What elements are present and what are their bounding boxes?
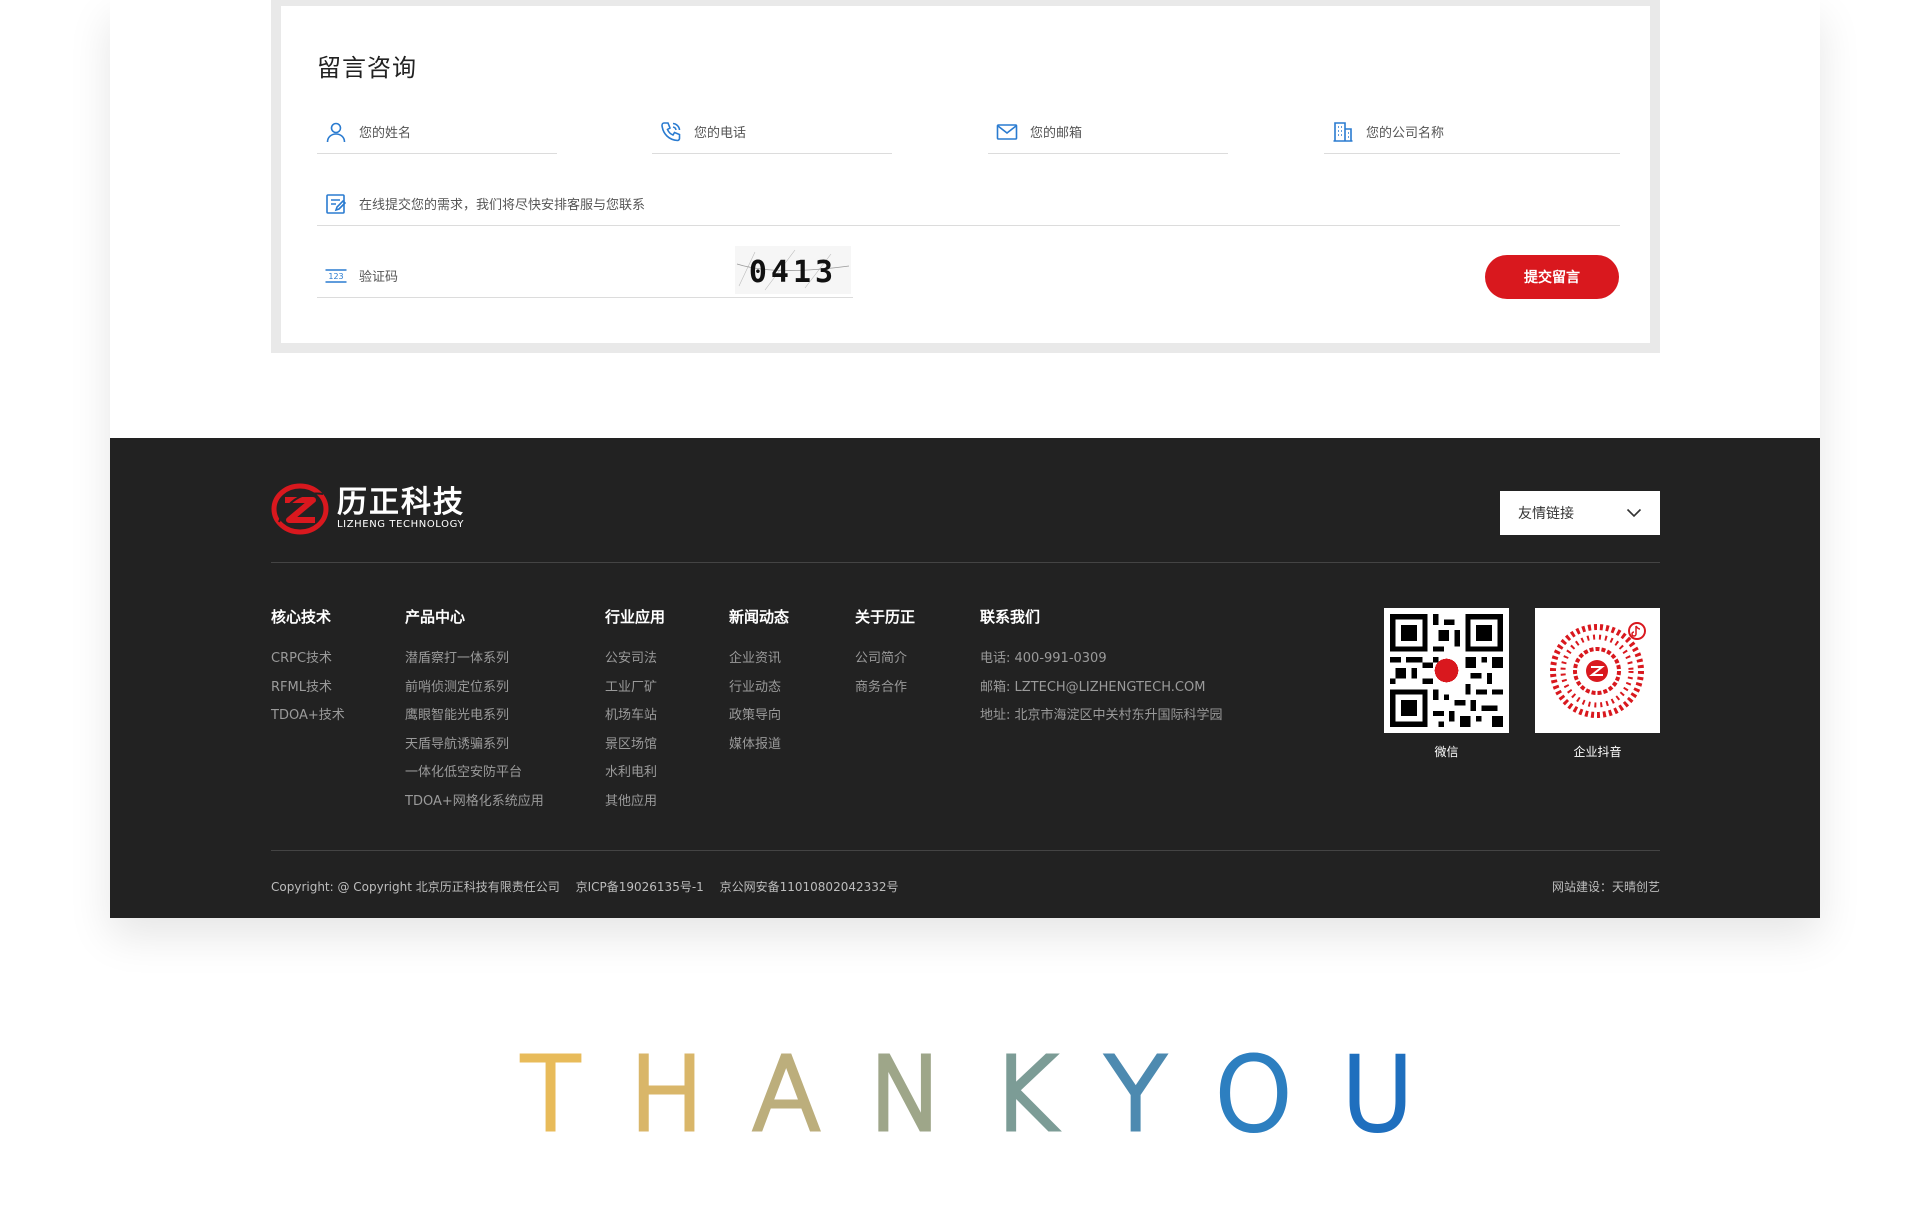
page-frame: 留言咨询 您的姓名 您的电话 您的邮箱 您的公司名称 在线提交您的需求，我们将尽…	[110, 0, 1820, 918]
footer-link[interactable]: 媒体报道	[729, 731, 789, 760]
footer-col-products: 产品中心 潜盾察打一体系列 前哨侦测定位系列 鹰眼智能光电系列 天盾导航诱骗系列…	[405, 606, 544, 816]
footer-link[interactable]: TDOA+网格化系统应用	[405, 788, 544, 817]
message-placeholder: 在线提交您的需求，我们将尽快安排客服与您联系	[359, 198, 646, 213]
footer-col-title[interactable]: 新闻动态	[729, 606, 789, 627]
brand-mark-icon	[271, 483, 329, 535]
mail-icon	[994, 119, 1020, 145]
phone-icon	[658, 119, 684, 145]
site-builder[interactable]: 网站建设：天晴创艺	[1552, 878, 1660, 895]
number-icon: 123	[323, 263, 349, 289]
wechat-label: 微信	[1434, 745, 1459, 759]
footer-col-industries: 行业应用 公安司法 工业厂矿 机场车站 景区场馆 水利电利 其他应用	[605, 606, 665, 816]
footer-col-title[interactable]: 关于历正	[855, 606, 915, 627]
contact-phone: 电话: 400-991-0309	[980, 651, 1107, 666]
footer-link[interactable]: CRPC技术	[271, 645, 345, 674]
douyin-qr-icon	[1550, 622, 1646, 718]
footer-link[interactable]: 其他应用	[605, 788, 665, 817]
copyright-text: Copyright: @ Copyright 北京历正科技有限责任公司	[271, 880, 560, 894]
wechat-qr	[1384, 608, 1509, 733]
footer-link[interactable]: 水利电利	[605, 759, 665, 788]
footer-link[interactable]: 机场车站	[605, 702, 665, 731]
chevron-down-icon	[1626, 508, 1642, 518]
contact-form: 留言咨询 您的姓名 您的电话 您的邮箱 您的公司名称 在线提交您的需求，我们将尽…	[281, 6, 1650, 343]
thanks-letter: T	[517, 1036, 583, 1153]
copyright-bar: Copyright: @ Copyright 北京历正科技有限责任公司 京ICP…	[271, 878, 911, 895]
thank-you-banner: T H A N K Y O U	[517, 1036, 1462, 1153]
footer-link[interactable]: TDOA+技术	[271, 702, 345, 731]
footer-link[interactable]: 行业动态	[729, 674, 789, 703]
thanks-letter: N	[866, 1036, 946, 1153]
thanks-letter: K	[989, 1036, 1060, 1153]
contact-form-panel: 留言咨询 您的姓名 您的电话 您的邮箱 您的公司名称 在线提交您的需求，我们将尽…	[271, 0, 1660, 353]
footer-link[interactable]: 一体化低空安防平台	[405, 759, 544, 788]
contact-email: 邮箱: LZTECH@LIZHENGTECH.COM	[980, 679, 1206, 695]
contact-address: 地址: 北京市海淀区中关村东升国际科学园	[980, 708, 1223, 723]
submit-button[interactable]: 提交留言	[1485, 255, 1619, 299]
footer-col-about: 关于历正 公司简介 商务合作	[855, 606, 915, 702]
phone-placeholder: 您的电话	[694, 126, 747, 141]
icp-link[interactable]: 京ICP备19026135号-1	[576, 880, 704, 894]
svg-text:123: 123	[328, 272, 343, 281]
thanks-letter: U	[1338, 1036, 1416, 1153]
captcha-image[interactable]: 0413	[735, 246, 851, 294]
police-link[interactable]: 京公网安备11010802042332号	[720, 880, 899, 894]
thanks-letter: O	[1212, 1036, 1296, 1153]
footer-col-title[interactable]: 联系我们	[980, 606, 1223, 627]
footer-link[interactable]: 工业厂矿	[605, 674, 665, 703]
site-footer: 历正科技 LIZHENG TECHNOLOGY 友情链接 核心技术 CRPC技术…	[110, 438, 1820, 918]
footer-link[interactable]: 景区场馆	[605, 731, 665, 760]
form-title: 留言咨询	[317, 54, 417, 82]
footer-link[interactable]: 前哨侦测定位系列	[405, 674, 544, 703]
footer-col-news: 新闻动态 企业资讯 行业动态 政策导向 媒体报道	[729, 606, 789, 759]
footer-col-title[interactable]: 行业应用	[605, 606, 665, 627]
footer-divider-bottom	[271, 850, 1660, 851]
friend-links-label: 友情链接	[1518, 506, 1574, 522]
footer-link[interactable]: 公司简介	[855, 645, 915, 674]
footer-link[interactable]: RFML技术	[271, 674, 345, 703]
footer-col-title[interactable]: 核心技术	[271, 606, 345, 627]
thanks-letter: Y	[1103, 1036, 1169, 1153]
user-icon	[323, 119, 349, 145]
phone-field[interactable]: 您的电话	[652, 110, 892, 154]
footer-link[interactable]: 企业资讯	[729, 645, 789, 674]
company-field[interactable]: 您的公司名称	[1324, 110, 1620, 154]
edit-icon	[323, 191, 349, 217]
footer-link[interactable]: 政策导向	[729, 702, 789, 731]
footer-link[interactable]: 鹰眼智能光电系列	[405, 702, 544, 731]
brand-logo[interactable]: 历正科技 LIZHENG TECHNOLOGY	[271, 482, 465, 536]
thanks-letter: H	[627, 1036, 707, 1153]
footer-link[interactable]: 公安司法	[605, 645, 665, 674]
brand-name-cn: 历正科技	[337, 485, 465, 520]
company-placeholder: 您的公司名称	[1366, 126, 1445, 141]
footer-col-core-tech: 核心技术 CRPC技术 RFML技术 TDOA+技术	[271, 606, 345, 731]
name-field[interactable]: 您的姓名	[317, 110, 557, 154]
captcha-code: 0413	[749, 255, 837, 290]
friend-links-select[interactable]: 友情链接	[1500, 491, 1660, 535]
footer-col-title[interactable]: 产品中心	[405, 606, 544, 627]
thanks-letter: A	[750, 1036, 823, 1153]
message-field[interactable]: 在线提交您的需求，我们将尽快安排客服与您联系	[317, 182, 1620, 226]
building-icon	[1330, 119, 1356, 145]
brand-name-en: LIZHENG TECHNOLOGY	[337, 519, 465, 530]
email-placeholder: 您的邮箱	[1030, 126, 1083, 141]
footer-link[interactable]: 商务合作	[855, 674, 915, 703]
email-field[interactable]: 您的邮箱	[988, 110, 1228, 154]
footer-link[interactable]: 潜盾察打一体系列	[405, 645, 544, 674]
captcha-placeholder: 验证码	[359, 270, 399, 285]
douyin-label: 企业抖音	[1573, 745, 1622, 759]
footer-divider-top	[271, 562, 1660, 563]
name-placeholder: 您的姓名	[359, 126, 412, 141]
footer-link[interactable]: 天盾导航诱骗系列	[405, 731, 544, 760]
douyin-qr	[1535, 608, 1660, 733]
footer-col-contact: 联系我们 电话: 400-991-0309 邮箱: LZTECH@LIZHENG…	[980, 606, 1223, 731]
wechat-qr-icon	[1390, 614, 1503, 727]
